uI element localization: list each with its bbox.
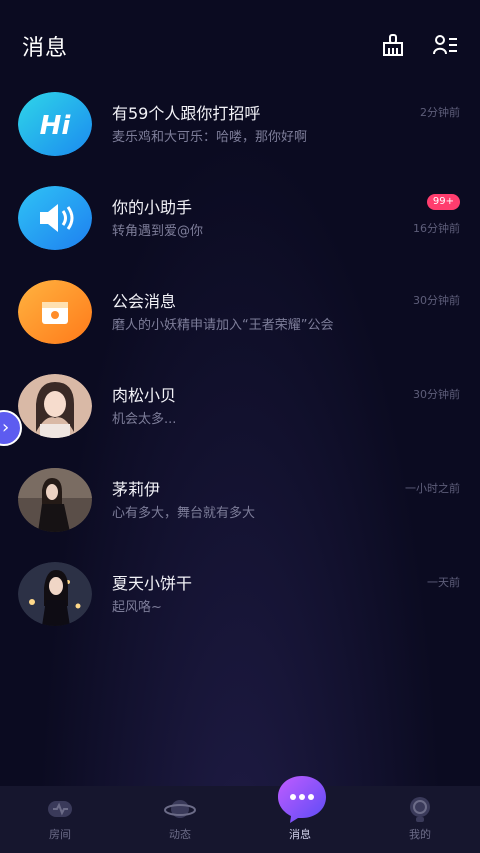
user-avatar bbox=[18, 562, 92, 626]
conversation-preview: 麦乐鸡和大可乐：哈喽，那你好啊 bbox=[112, 130, 308, 145]
guild-icon bbox=[18, 280, 92, 344]
conversation-name: 公会消息 bbox=[112, 292, 177, 311]
conversation-name: 茅莉伊 bbox=[112, 480, 161, 499]
tab-label: 消息 bbox=[289, 828, 311, 841]
tab-profile[interactable]: 我的 bbox=[360, 786, 480, 853]
conversation-preview: 起风咯~ bbox=[112, 600, 162, 615]
conversation-preview: 机会太多... bbox=[112, 412, 177, 427]
tab-label: 我的 bbox=[409, 828, 431, 841]
conversation-row[interactable]: 肉松小贝 机会太多... 30分钟前 bbox=[0, 368, 480, 462]
conversation-row[interactable]: Hi 有59个人跟你打招呼 麦乐鸡和大可乐：哈喽，那你好啊 2分钟前 bbox=[0, 86, 480, 180]
unread-badge: 99+ bbox=[426, 194, 460, 210]
conversation-time: 一天前 bbox=[427, 576, 460, 589]
contacts-icon[interactable] bbox=[432, 32, 458, 58]
conversation-name: 夏天小饼干 bbox=[112, 574, 193, 593]
chevron-right-icon: › bbox=[2, 417, 10, 438]
page-title: 消息 bbox=[22, 36, 69, 61]
room-icon bbox=[48, 801, 72, 817]
conversation-row[interactable]: 你的小助手 转角遇到爱@你 99+ 16分钟前 bbox=[0, 180, 480, 274]
conversation-time: 30分钟前 bbox=[413, 388, 460, 401]
user-avatar bbox=[18, 374, 92, 438]
chat-bubble-icon[interactable] bbox=[276, 774, 328, 824]
conversation-time: 一小时之前 bbox=[405, 482, 460, 495]
conversation-preview: 磨人的小妖精申请加入“王者荣耀”公会 bbox=[112, 318, 334, 333]
conversation-row[interactable]: 茅莉伊 心有多大，舞台就有多大 一小时之前 bbox=[0, 462, 480, 556]
tab-label: 动态 bbox=[169, 828, 191, 841]
conversation-time: 30分钟前 bbox=[413, 294, 460, 307]
user-avatar bbox=[18, 468, 92, 532]
bottom-tab-bar: 房间 动态 消息 我的 bbox=[0, 786, 480, 853]
conversation-row[interactable]: 公会消息 磨人的小妖精申请加入“王者荣耀”公会 30分钟前 bbox=[0, 274, 480, 368]
conversation-name: 肉松小贝 bbox=[112, 386, 177, 405]
svg-text:Hi: Hi bbox=[40, 111, 72, 141]
conversation-preview: 转角遇到爱@你 bbox=[112, 224, 204, 239]
broom-icon[interactable] bbox=[380, 32, 406, 58]
conversation-name: 有59个人跟你打招呼 bbox=[112, 104, 261, 123]
tab-room[interactable]: 房间 bbox=[0, 786, 120, 853]
conversation-name: 你的小助手 bbox=[112, 198, 193, 217]
hi-icon: Hi bbox=[18, 92, 92, 156]
conversation-time: 2分钟前 bbox=[420, 106, 460, 119]
tab-label: 房间 bbox=[49, 828, 71, 841]
planet-icon bbox=[164, 800, 196, 818]
header: 消息 bbox=[0, 0, 480, 90]
tab-moments[interactable]: 动态 bbox=[120, 786, 240, 853]
conversation-time: 16分钟前 bbox=[413, 222, 460, 235]
speaker-icon bbox=[18, 186, 92, 250]
conversation-row[interactable]: 夏天小饼干 起风咯~ 一天前 bbox=[0, 556, 480, 650]
profile-icon bbox=[410, 797, 430, 822]
conversation-preview: 心有多大，舞台就有多大 bbox=[112, 506, 256, 521]
conversation-list: Hi 有59个人跟你打招呼 麦乐鸡和大可乐：哈喽，那你好啊 2分钟前 你的小助手… bbox=[0, 86, 480, 650]
